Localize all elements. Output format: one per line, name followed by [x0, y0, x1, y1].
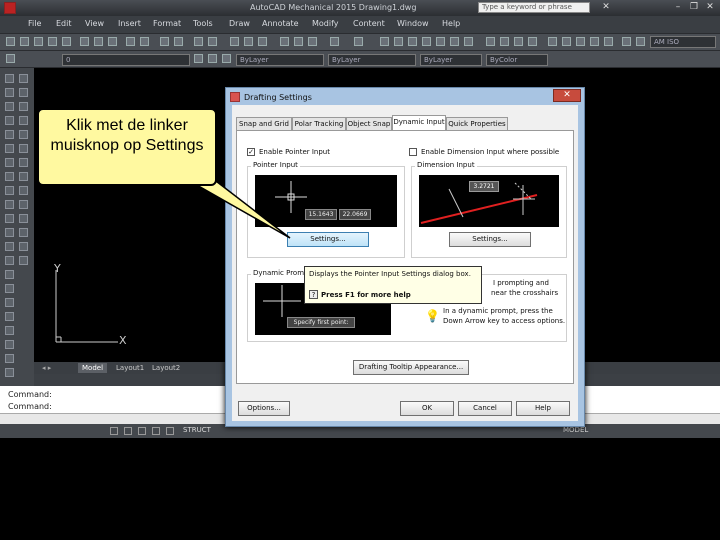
callout-pointer — [185, 177, 291, 239]
instruction-callout: Klik met de linker muisknop op Settings — [37, 108, 217, 186]
callout-text: Klik met de linker muisknop op Settings — [50, 117, 204, 154]
